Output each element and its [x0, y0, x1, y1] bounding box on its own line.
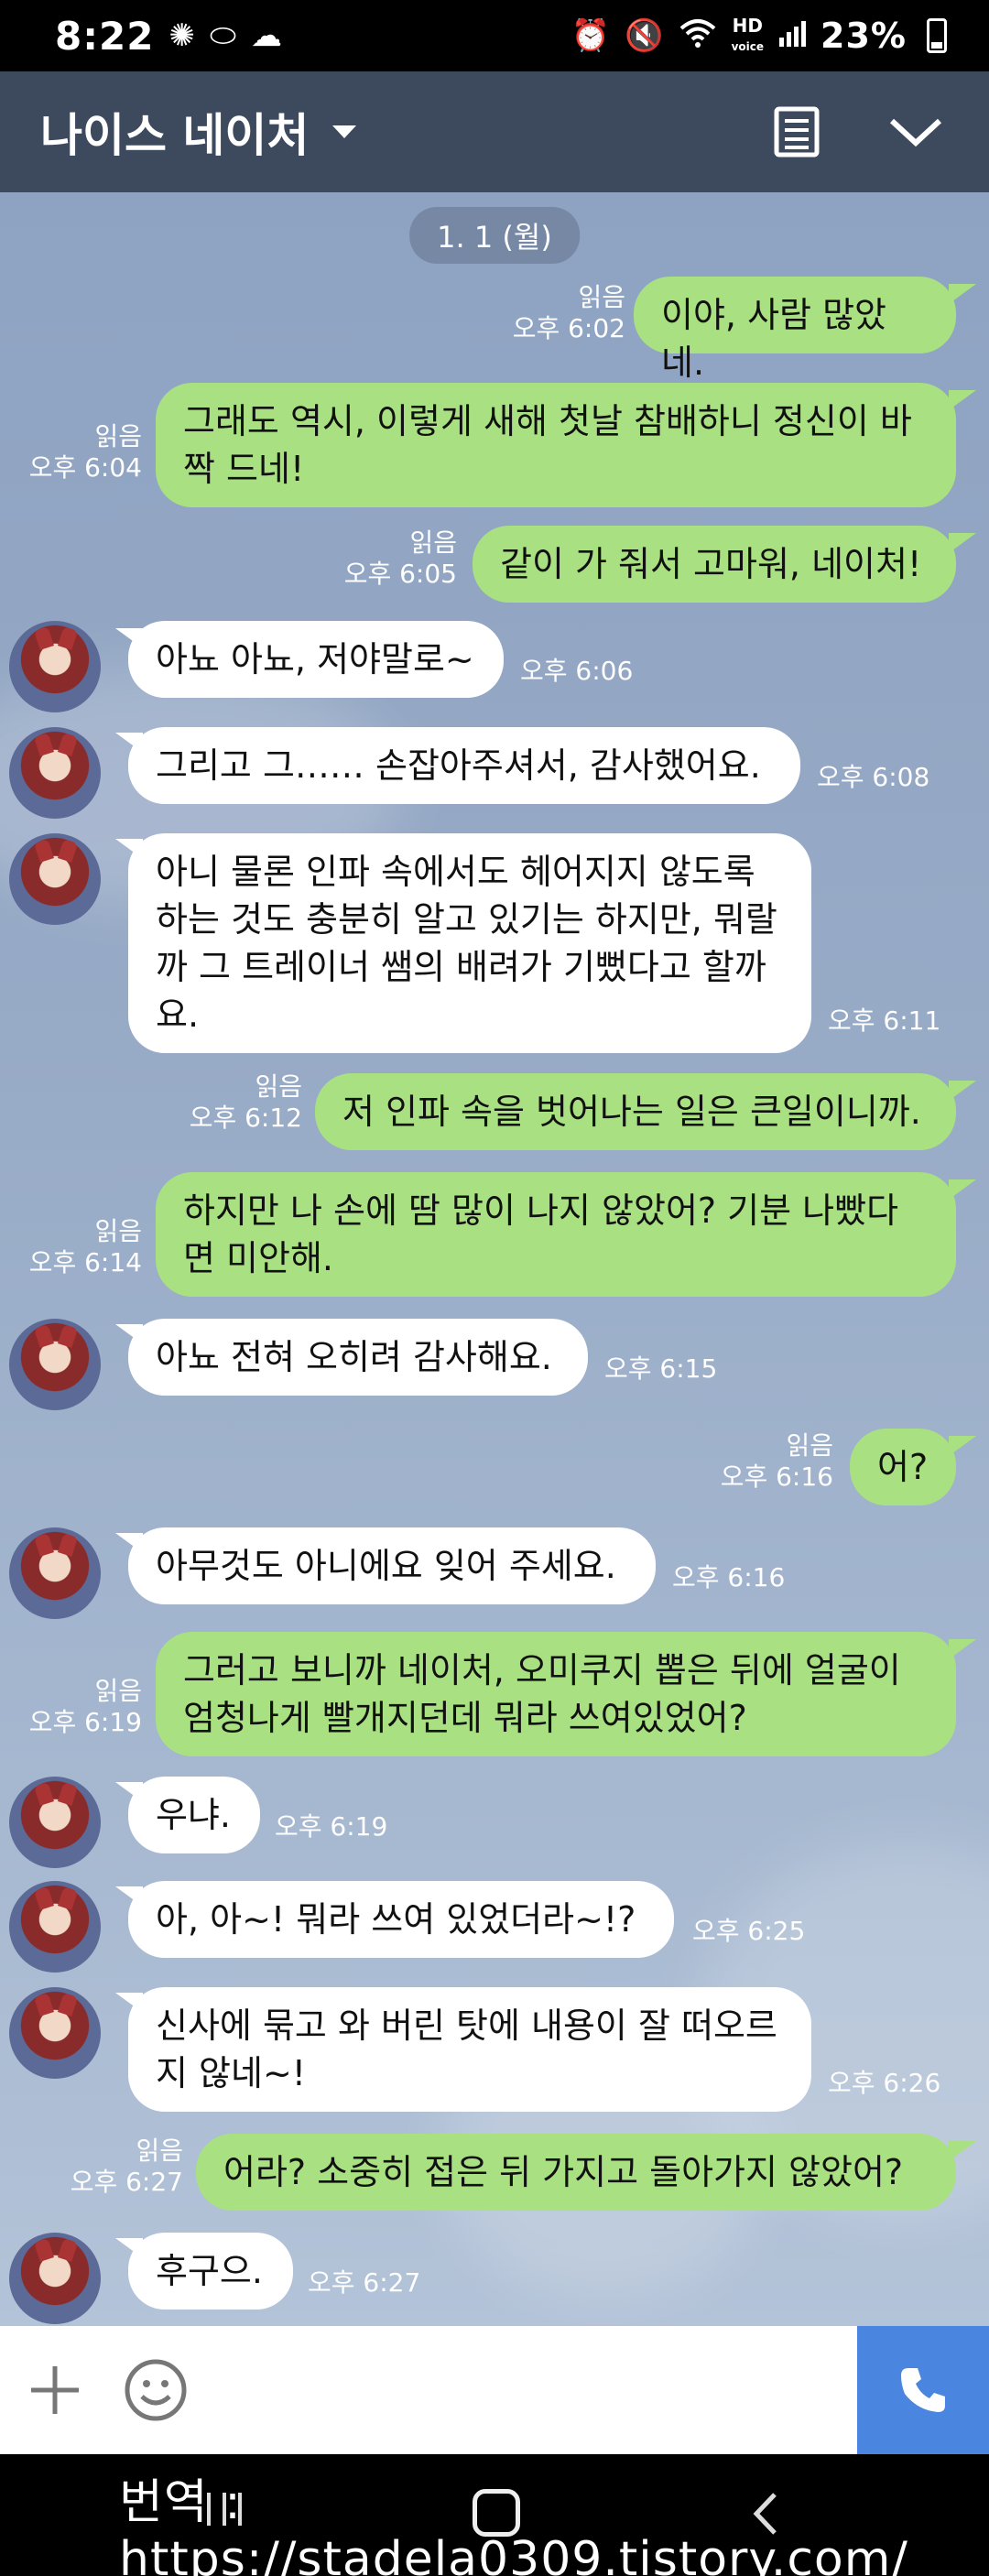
avatar[interactable] [9, 1527, 101, 1619]
message-time: 오후 6:26 [828, 2068, 941, 2098]
avatar[interactable] [9, 833, 101, 925]
message-bubble[interactable]: 신사에 묶고 와 버린 탓에 내용이 잘 떠오르지 않네~! [128, 1987, 811, 2112]
battery-percent: 23% [821, 16, 907, 56]
hd-voice-badge: HD voice [731, 14, 765, 53]
avatar[interactable] [9, 1881, 101, 1973]
pill-icon: ⬭ [209, 17, 237, 54]
message-meta: 읽음 오후 6:19 [28, 1676, 142, 1737]
chevron-down-icon[interactable] [879, 95, 952, 168]
message-meta: 읽음 오후 6:04 [28, 421, 142, 483]
message-bubble[interactable]: 아니 물론 인파 속에서도 헤어지지 않도록 하는 것도 충분히 알고 있기는 … [128, 833, 811, 1053]
message-bubble[interactable]: 저 인파 속을 벗어나는 일은 큰일이니까. [315, 1073, 956, 1150]
emoji-icon[interactable] [110, 2326, 201, 2454]
message-bubble[interactable]: 이야, 사람 많았네. [634, 277, 956, 383]
message-input-bar [0, 2326, 989, 2454]
message-time: 오후 6:25 [692, 1916, 806, 1946]
message-bubble[interactable]: 같이 가 줘서 고마워, 네이처! [473, 526, 956, 603]
message-bubble[interactable]: 아뇨 아뇨, 저야말로~ [128, 621, 504, 698]
message-bubble[interactable]: 그래도 역시, 이렇게 새해 첫날 참배하니 정신이 바짝 드네! [156, 383, 956, 507]
message-meta: 읽음 오후 6:12 [189, 1071, 302, 1133]
message-time: 오후 6:27 [308, 2267, 421, 2298]
avatar[interactable] [9, 1319, 101, 1410]
message-bubble[interactable]: 그리고 그…… 손잡아주셔서, 감사했어요. [128, 727, 800, 804]
message-meta: 읽음 오후 6:27 [70, 2136, 183, 2197]
message-meta: 읽음 오후 6:02 [513, 282, 625, 344]
message-time: 오후 6:15 [604, 1353, 718, 1384]
message-meta: 읽음 오후 6:05 [343, 527, 457, 589]
read-receipt: 읽음 [578, 282, 625, 312]
message-bubble[interactable]: 후구으. [128, 2233, 293, 2310]
message-time: 오후 6:11 [828, 1005, 941, 1036]
status-bar: 8:22 ✺ ⬭ ☁ ⏰ 🔇 HD voice 23% [0, 0, 989, 71]
message-bubble[interactable]: 아, 아~! 뭐라 쓰여 있었더라~!? [128, 1881, 674, 1958]
message-bubble[interactable]: 어? [850, 1429, 956, 1505]
status-time: 8:22 [55, 13, 155, 59]
bubble-tail [949, 284, 976, 304]
avatar[interactable] [9, 621, 101, 712]
chat-area[interactable]: 1. 1 (월) 읽음 오후 6:02 이야, 사람 많았네. 읽음 오후 6:… [0, 192, 989, 2326]
message-bubble[interactable]: 하지만 나 손에 땀 많이 나지 않았어? 기분 나빴다면 미안해. [156, 1172, 956, 1297]
message-time: 오후 6:16 [720, 1462, 833, 1492]
message-bubble[interactable]: 우냐. [128, 1777, 260, 1853]
avatar[interactable] [9, 1987, 101, 2079]
caret-down-icon[interactable] [332, 125, 357, 138]
avatar[interactable] [9, 2233, 101, 2324]
watermark-text: 번역 : https://stadela0309.tistory.com/ [119, 2475, 908, 2576]
message-bubble[interactable]: 그러고 보니까 네이처, 오미쿠지 뽑은 뒤에 얼굴이 엄청나게 빨개지던데 뭐… [156, 1632, 956, 1756]
message-time: 오후 6:12 [189, 1103, 302, 1133]
message-time: 오후 6:05 [343, 559, 457, 589]
message-bubble[interactable]: 아무것도 아니에요 잊어 주세요. [128, 1527, 656, 1604]
memo-icon[interactable] [760, 95, 833, 168]
message-time: 오후 6:16 [672, 1562, 786, 1592]
mute-icon: 🔇 [625, 17, 664, 54]
wifi-icon [679, 17, 717, 54]
chat-title[interactable]: 나이스 네이처 [40, 99, 309, 165]
message-time: 오후 6:04 [28, 452, 142, 483]
signal-icon [778, 19, 807, 52]
cloud-icon: ☁ [251, 17, 283, 54]
message-time: 오후 6:27 [70, 2167, 183, 2197]
avatar[interactable] [9, 727, 101, 819]
date-separator: 1. 1 (월) [409, 207, 580, 264]
message-meta: 읽음 오후 6:16 [720, 1430, 833, 1492]
message-bubble[interactable]: 아뇨 전혀 오히려 감사해요. [128, 1319, 588, 1396]
message-bubble[interactable]: 어라? 소중히 접은 뒤 가지고 돌아가지 않았어? [196, 2134, 956, 2211]
message-time: 오후 6:19 [28, 1707, 142, 1737]
camera-aperture-icon: ✺ [168, 17, 195, 54]
message-time: 오후 6:19 [275, 1811, 388, 1842]
message-time: 오후 6:08 [817, 762, 930, 792]
message-time: 오후 6:06 [520, 656, 634, 686]
battery-icon [927, 18, 947, 53]
chat-header: 나이스 네이처 [0, 71, 989, 192]
alarm-icon: ⏰ [571, 17, 611, 54]
plus-icon[interactable] [0, 2326, 110, 2454]
avatar[interactable] [9, 1777, 101, 1868]
message-meta: 읽음 오후 6:14 [28, 1216, 142, 1277]
message-time: 오후 6:14 [28, 1247, 142, 1277]
message-input[interactable] [201, 2326, 857, 2454]
message-time: 오후 6:02 [512, 313, 625, 343]
phone-icon[interactable] [857, 2326, 989, 2454]
